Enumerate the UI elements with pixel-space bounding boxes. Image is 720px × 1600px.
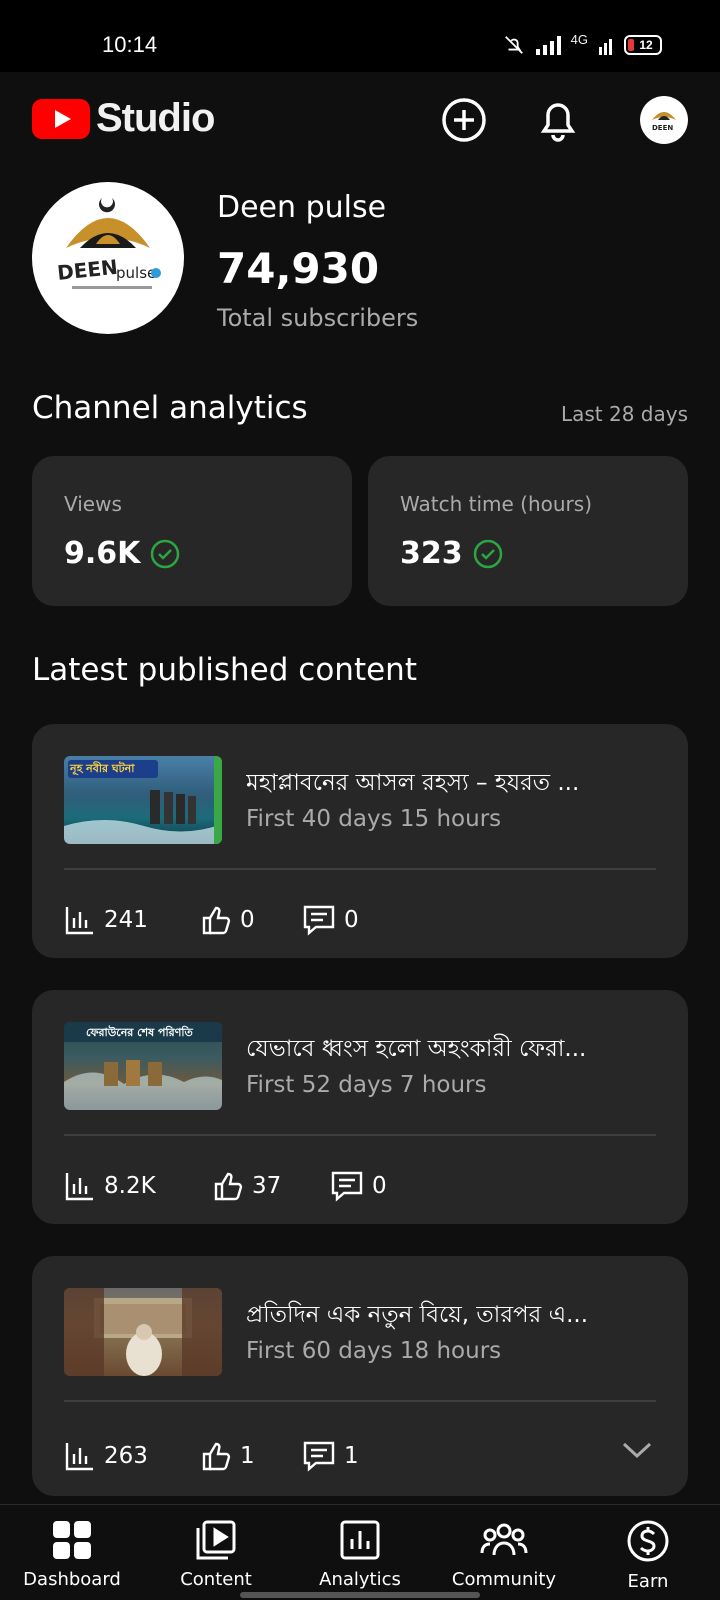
watch-time-card[interactable]: Watch time (hours) 323 [368, 456, 688, 606]
check-circle-icon [473, 539, 502, 568]
community-icon [480, 1523, 528, 1556]
thumbnail-art [64, 1288, 222, 1376]
watch-time-value-row: 323 [400, 536, 503, 571]
home-indicator[interactable] [240, 1592, 480, 1598]
views-metric: 263 [64, 1440, 200, 1472]
content-icon [196, 1520, 236, 1560]
nav-label: Analytics [319, 1569, 401, 1590]
nav-label: Dashboard [23, 1569, 121, 1590]
svg-text:pulse: pulse [116, 264, 156, 282]
video-metrics: 263 1 1 [64, 1436, 359, 1476]
bar-chart-icon [65, 1443, 93, 1471]
bell-icon [540, 103, 576, 142]
earn-icon [627, 1520, 669, 1562]
youtube-play-icon [32, 98, 90, 139]
status-bar: 10:14 4G 12 [0, 0, 720, 72]
comment-icon [303, 905, 335, 936]
plus-circle-icon [442, 98, 486, 142]
nav-earn[interactable]: Earn [578, 1519, 718, 1592]
bar-chart-icon [65, 1173, 93, 1201]
divider [64, 868, 656, 870]
views-metric: 241 [64, 904, 200, 936]
comments-metric: 0 [330, 1170, 387, 1202]
nav-label: Community [451, 1569, 557, 1590]
views-value-row: 9.6K [64, 536, 180, 571]
video-age: First 60 days 18 hours [246, 1338, 502, 1364]
youtube-studio-logo[interactable]: Studio [32, 96, 215, 141]
views-value: 9.6K [64, 536, 141, 571]
analytics-title: Channel analytics [32, 390, 308, 426]
thumbs-up-icon [202, 1442, 231, 1471]
comment-icon [331, 1171, 363, 1202]
comments-metric: 0 [302, 904, 359, 936]
views-card[interactable]: Views 9.6K [32, 456, 352, 606]
comments-metric: 1 [302, 1440, 359, 1472]
bar-chart-icon [65, 907, 93, 935]
chevron-down-icon [622, 1442, 652, 1459]
status-icons: 4G 12 [503, 31, 662, 56]
views-label: Views [64, 492, 122, 516]
video-metrics: 8.2K 37 0 [64, 1166, 387, 1206]
create-button[interactable] [440, 96, 488, 144]
logo-text: Studio [96, 96, 215, 140]
channel-logo-icon: DEEN pulse [56, 198, 161, 289]
video-thumbnail[interactable] [64, 1288, 222, 1376]
video-title[interactable]: প্রতিদিন এক নতুন বিয়ে, তারপর এ... [246, 1296, 656, 1335]
svg-text:DEEN: DEEN [652, 124, 673, 132]
nav-label: Content [180, 1569, 252, 1590]
notifications-button[interactable] [534, 96, 582, 144]
nav-analytics[interactable]: Analytics [290, 1519, 430, 1590]
thumbs-up-icon [202, 906, 231, 935]
status-time: 10:14 [102, 32, 158, 57]
video-age: First 40 days 15 hours [246, 806, 502, 832]
video-age: First 52 days 7 hours [246, 1072, 487, 1098]
channel-logo-icon: DEEN [652, 112, 676, 132]
account-avatar[interactable]: DEEN [640, 96, 688, 144]
check-circle-icon [151, 539, 180, 568]
nav-label: Earn [627, 1571, 669, 1592]
network-type: 4G [570, 31, 588, 47]
nav-community[interactable]: Community [434, 1519, 574, 1590]
channel-name: Deen pulse [217, 190, 387, 225]
video-card[interactable]: ফেরাউনের শেষ পরিণতি যেভাবে ধ্বংস হলো অহং… [32, 990, 688, 1224]
likes-metric: 0 [200, 904, 302, 936]
nav-dashboard[interactable]: Dashboard [2, 1519, 142, 1590]
comment-icon [303, 1441, 335, 1472]
video-metrics: 241 0 0 [64, 900, 359, 940]
video-thumbnail[interactable]: নূহ নবীর ঘটনা [64, 756, 222, 844]
views-metric: 8.2K [64, 1170, 212, 1202]
mute-icon [504, 36, 523, 54]
nav-content[interactable]: Content [146, 1519, 286, 1590]
thumbs-up-icon [214, 1172, 243, 1201]
video-title[interactable]: মহাপ্লাবনের আসল রহস্য – হযরত ... [246, 764, 656, 803]
dashboard-icon [53, 1521, 91, 1559]
video-title[interactable]: যেভাবে ধ্বংস হলো অহংকারী ফেরা... [246, 1030, 656, 1069]
analytics-icon [340, 1520, 380, 1560]
svg-text:DEEN: DEEN [56, 255, 119, 285]
channel-avatar[interactable]: DEEN pulse [32, 182, 184, 334]
thumbnail-text: নূহ নবীর ঘটনা [70, 762, 135, 775]
battery-icon: 12 [624, 35, 662, 55]
subscriber-count: 74,930 [217, 244, 380, 293]
divider [64, 1134, 656, 1136]
video-thumbnail[interactable]: ফেরাউনের শেষ পরিণতি [64, 1022, 222, 1110]
video-card[interactable]: প্রতিদিন এক নতুন বিয়ে, তারপর এ... First… [32, 1256, 688, 1496]
likes-metric: 37 [212, 1170, 330, 1202]
expand-button[interactable] [620, 1438, 654, 1466]
latest-content-title: Latest published content [32, 652, 417, 688]
signal-icon [535, 36, 561, 55]
watch-time-label: Watch time (hours) [400, 492, 593, 516]
watch-time-value: 323 [400, 536, 463, 571]
likes-metric: 1 [200, 1440, 302, 1472]
video-card[interactable]: নূহ নবীর ঘটনা মহাপ্লাবনের আসল রহস্য – হয… [32, 724, 688, 958]
subscriber-label: Total subscribers [217, 304, 419, 332]
signal-icon-2 [599, 39, 612, 55]
bottom-navigation: Dashboard Content Analytics Community Ea… [0, 1504, 720, 1600]
divider [64, 1400, 656, 1402]
thumbnail-text: ফেরাউনের শেষ পরিণতি [86, 1026, 193, 1039]
analytics-period: Last 28 days [560, 402, 688, 426]
